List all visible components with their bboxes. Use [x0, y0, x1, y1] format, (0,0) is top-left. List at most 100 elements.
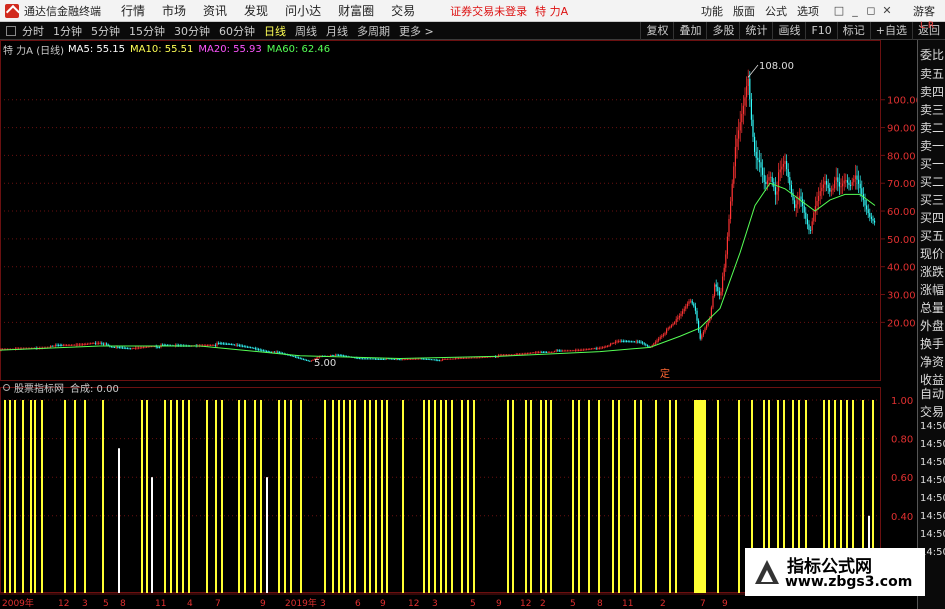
side-panel-item[interactable]: 买三	[920, 191, 944, 208]
side-panel-item[interactable]: 14:50	[920, 457, 945, 468]
candle-body	[832, 188, 834, 191]
menu-item-options[interactable]: 选项	[797, 3, 819, 19]
signal-bar	[612, 400, 614, 593]
side-panel-item[interactable]: 14:50	[920, 421, 945, 432]
tool-mark[interactable]: 标记	[836, 21, 870, 40]
side-panel-item[interactable]: 现价	[920, 245, 944, 262]
candle-body	[378, 358, 380, 360]
tool-multi-stock[interactable]: 多股	[706, 21, 739, 40]
period-daily[interactable]: 日线	[264, 23, 286, 39]
price-tick-label: 70.00	[887, 179, 916, 190]
side-panel-item[interactable]: 买五	[920, 227, 944, 244]
tool-f10[interactable]: F10	[805, 21, 836, 40]
restore-icon[interactable]: □	[831, 3, 847, 19]
period-intraday[interactable]: 分时	[22, 23, 44, 39]
maximize-icon[interactable]: ◻	[863, 3, 879, 19]
side-panel-item[interactable]: 14:50	[920, 511, 945, 522]
menu-item-market[interactable]: 行情	[121, 2, 145, 19]
indicator-tick-label: 1.00	[891, 396, 913, 407]
side-panel-item[interactable]: 买一	[920, 155, 944, 172]
side-panel-item[interactable]: 外盘	[920, 317, 944, 334]
side-panel-item[interactable]: 交易	[920, 403, 944, 420]
menu-item-functions[interactable]: 功能	[701, 3, 723, 19]
side-panel-item[interactable]: 卖四	[920, 83, 944, 100]
side-panel-item[interactable]: 换手	[920, 335, 944, 352]
candle-body	[373, 358, 375, 360]
side-panel-item[interactable]: 净资	[920, 353, 944, 370]
side-panel-item[interactable]: 卖五	[920, 65, 944, 82]
period-monthly[interactable]: 月线	[326, 23, 348, 39]
layout-icon[interactable]	[6, 25, 16, 36]
side-panel-item[interactable]: 委比	[920, 46, 944, 63]
minimize-icon[interactable]: _	[847, 3, 863, 19]
side-panel-item[interactable]: 卖三	[920, 101, 944, 118]
menu-item-wealth[interactable]: 财富圈	[338, 2, 374, 19]
tool-draw[interactable]: 画线	[772, 21, 805, 40]
period-30min[interactable]: 30分钟	[174, 23, 210, 39]
candle-body	[114, 347, 116, 348]
candle-body	[630, 341, 632, 343]
signal-bar	[84, 400, 86, 593]
indicator-settings-icon[interactable]	[3, 383, 10, 391]
candle-body	[704, 328, 706, 332]
menu-item-discover[interactable]: 发现	[244, 2, 268, 19]
period-15min[interactable]: 15分钟	[129, 23, 165, 39]
guest-user[interactable]: 游客	[913, 3, 935, 19]
candle-body	[736, 138, 738, 147]
menu-item-news[interactable]: 资讯	[203, 2, 227, 19]
period-60min[interactable]: 60分钟	[219, 23, 255, 39]
menu-item-assistant[interactable]: 问小达	[285, 2, 321, 19]
side-panel-item[interactable]: 卖二	[920, 119, 944, 136]
candle-body	[442, 359, 444, 361]
chart-area[interactable]: 20.00 30.00 40.00 50.00 60.00 70.00 80.00 90.00…	[0, 40, 917, 609]
side-panel-item[interactable]: 买二	[920, 173, 944, 190]
candle-body	[379, 359, 381, 360]
close-icon[interactable]: ✕	[879, 3, 895, 19]
tool-add-watch[interactable]: +自选	[869, 21, 912, 40]
period-1min[interactable]: 1分钟	[53, 23, 82, 39]
candle-body	[306, 359, 308, 361]
side-panel-item[interactable]: 自动	[920, 385, 944, 402]
tool-overlay[interactable]: 叠加	[673, 21, 706, 40]
candle-body	[608, 345, 610, 347]
period-weekly[interactable]: 周线	[295, 23, 317, 39]
tool-adjust[interactable]: 复权	[640, 21, 673, 40]
candle-body	[219, 343, 221, 344]
side-panel-item[interactable]: 涨跌	[920, 263, 944, 280]
side-panel-item[interactable]: 卖一	[920, 137, 944, 154]
candle-body	[845, 180, 847, 182]
menu-item-markets[interactable]: 市场	[162, 2, 186, 19]
candle-body	[62, 345, 64, 346]
login-status[interactable]: 证券交易未登录	[450, 3, 527, 19]
time-tick-label: 12	[520, 599, 531, 609]
candle-body	[70, 344, 72, 346]
candle-body	[338, 354, 340, 356]
candle-body	[642, 342, 644, 344]
tool-stats[interactable]: 统计	[739, 21, 772, 40]
menu-item-layout[interactable]: 版面	[733, 3, 755, 19]
side-panel-item[interactable]: 14:50	[920, 529, 945, 540]
candle-body	[621, 340, 623, 342]
indicator-name[interactable]: 股票指标网	[14, 380, 64, 395]
side-panel-item[interactable]: 14:50	[920, 493, 945, 504]
candle-body	[598, 348, 600, 349]
side-panel-item[interactable]: 买四	[920, 209, 944, 226]
side-panel-item[interactable]: 14:50	[920, 439, 945, 450]
signal-bar	[30, 400, 32, 593]
period-multi[interactable]: 多周期	[357, 23, 390, 39]
candle-body	[477, 357, 479, 359]
price-candles	[0, 64, 876, 362]
candle-body	[725, 254, 727, 268]
candle-body	[50, 345, 52, 348]
side-panel-item[interactable]: 总量	[920, 299, 944, 316]
side-panel-item[interactable]: 14:50	[920, 475, 945, 486]
menu-item-formula[interactable]: 公式	[765, 3, 787, 19]
event-marker[interactable]: 定	[660, 367, 670, 380]
candle-body	[440, 360, 442, 362]
candle-body	[861, 188, 863, 195]
period-5min[interactable]: 5分钟	[91, 23, 120, 39]
candle-body	[613, 342, 615, 344]
period-more[interactable]: 更多 >	[399, 23, 434, 39]
side-panel-item[interactable]: 涨幅	[920, 281, 944, 298]
menu-item-trade[interactable]: 交易	[391, 2, 415, 19]
